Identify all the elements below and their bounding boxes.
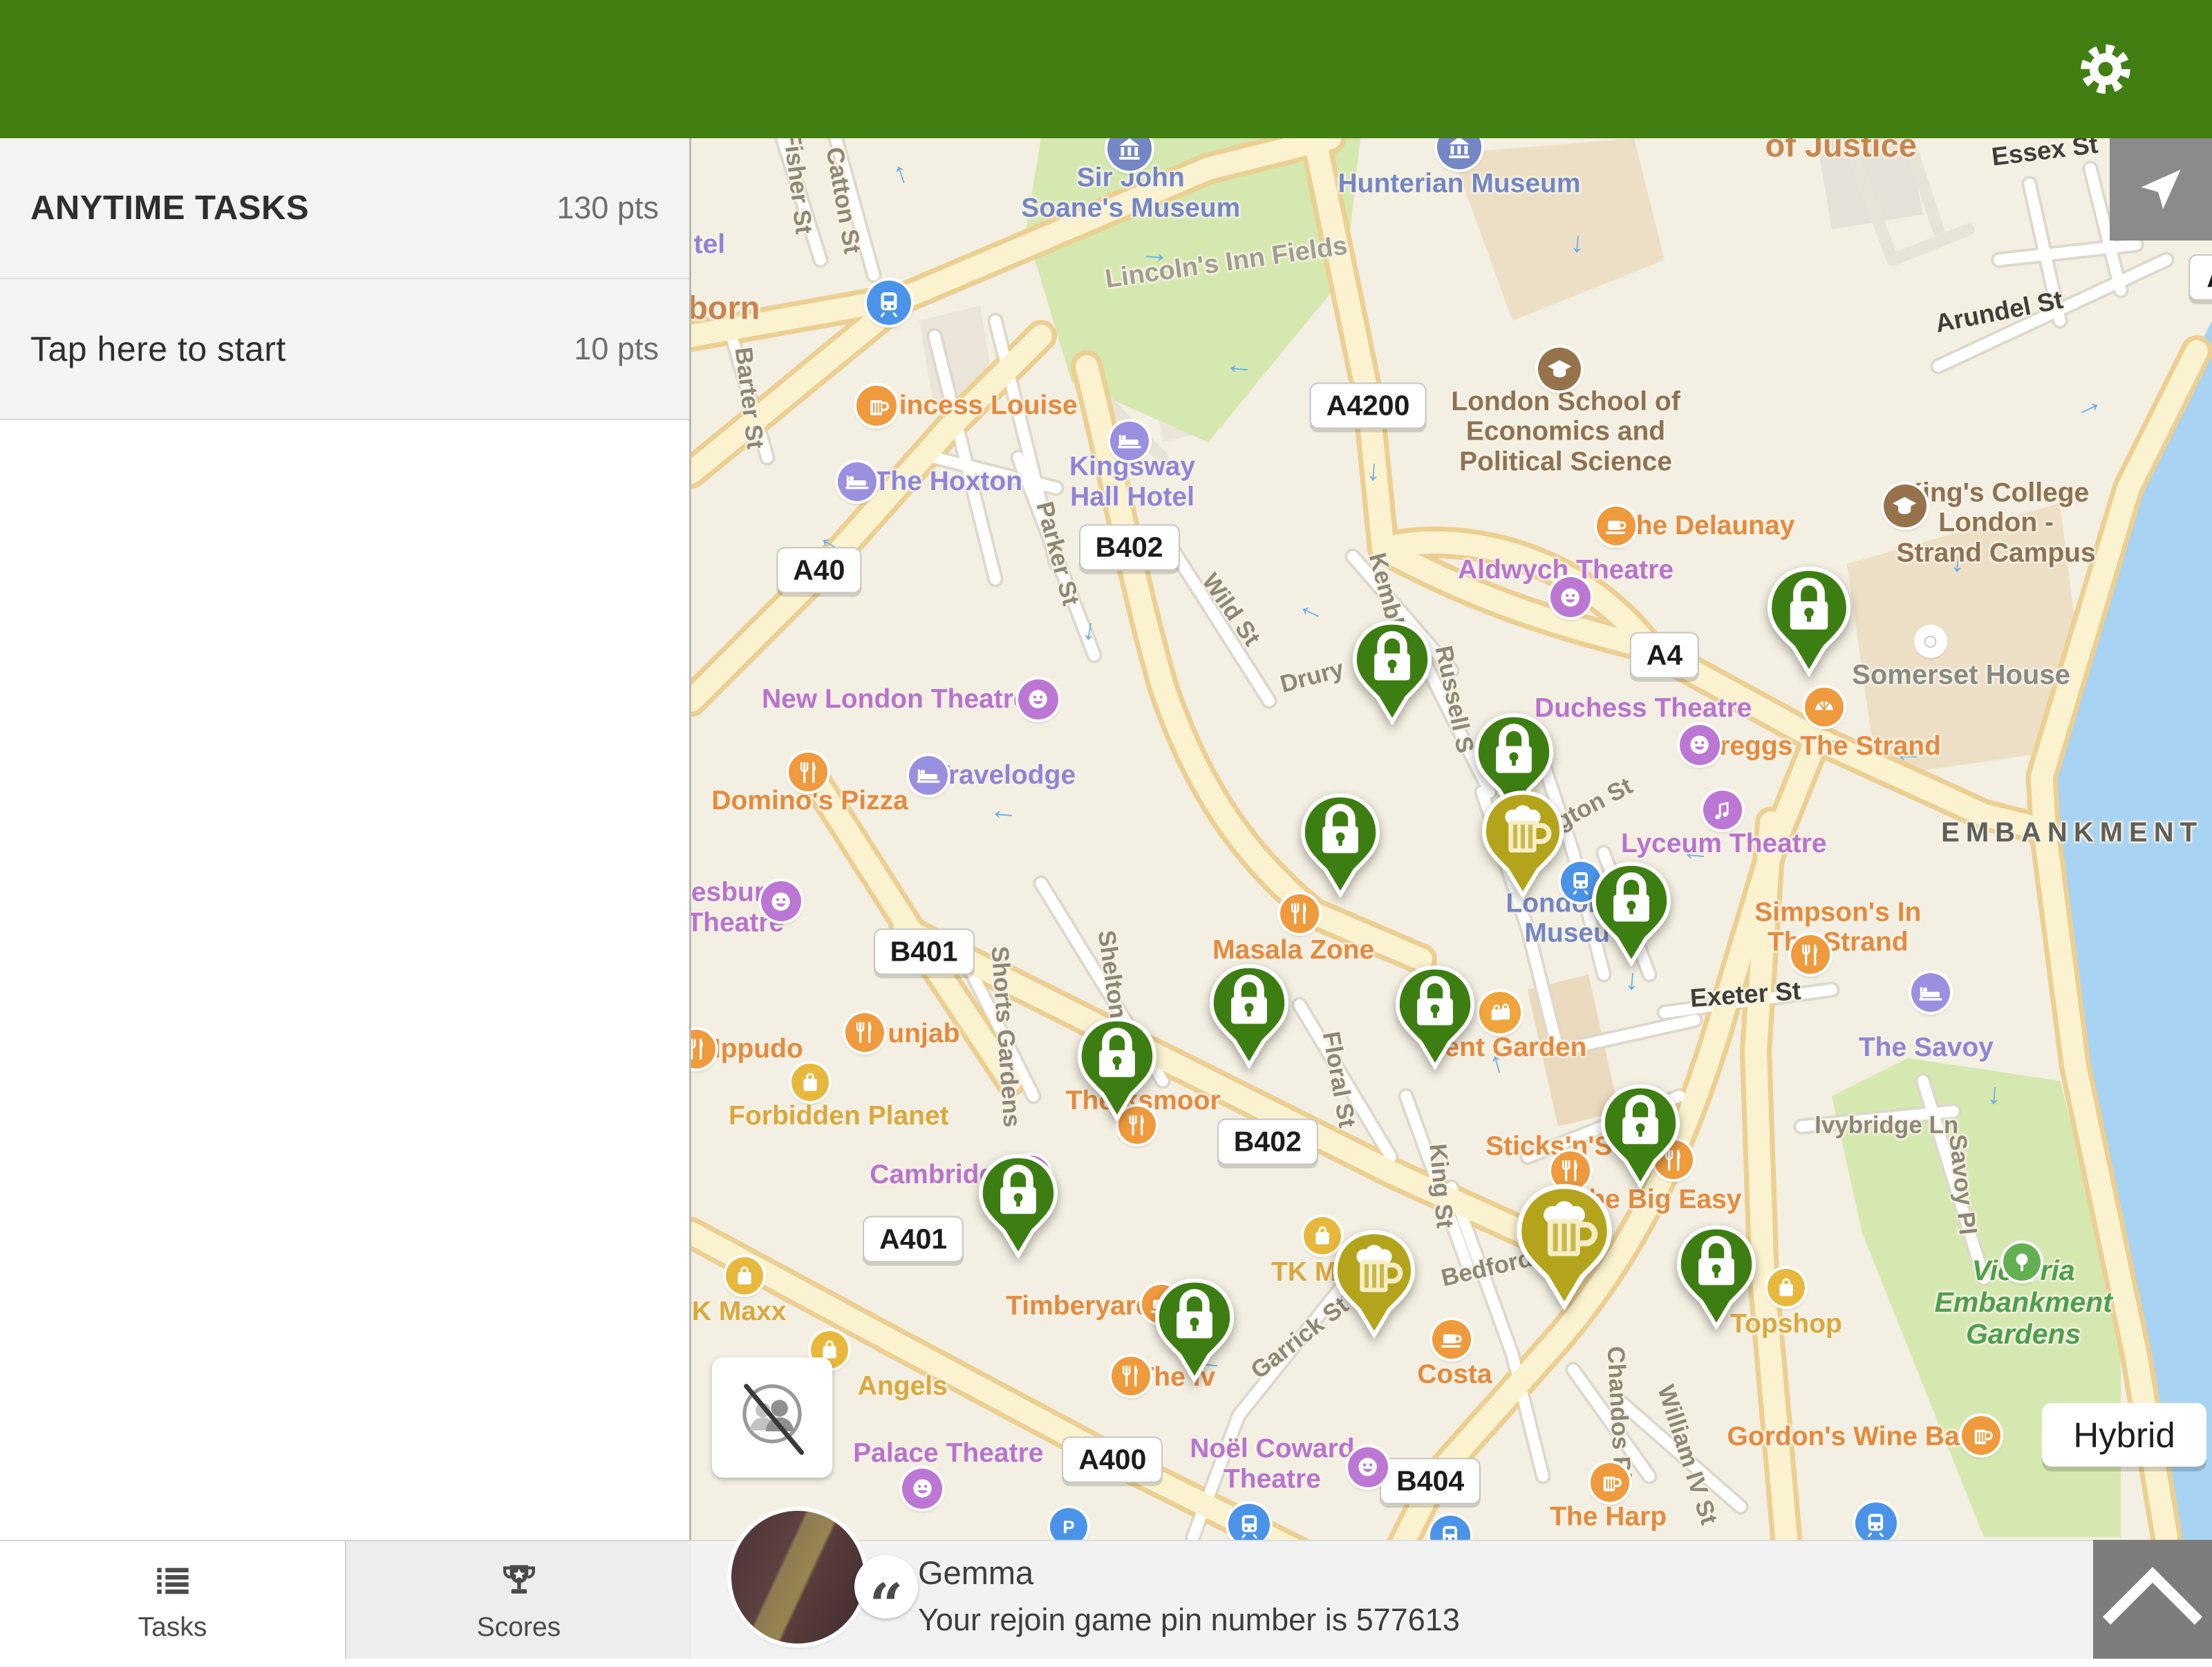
lock-pin[interactable] <box>1300 792 1381 898</box>
tab-scores-label: Scores <box>477 1612 561 1643</box>
lock-pin[interactable] <box>1154 1277 1235 1383</box>
anytime-tasks-points: 130 pts <box>556 190 659 226</box>
chevron-up-icon[interactable] <box>2093 1540 2212 1659</box>
lock-pin[interactable] <box>1351 619 1433 725</box>
tap-to-start-points: 10 pts <box>574 331 659 367</box>
trophy-icon <box>497 1558 541 1605</box>
tap-to-start-row[interactable]: Tap here to start 10 pts <box>0 279 689 420</box>
lock-pin[interactable] <box>1591 860 1672 966</box>
avatar[interactable]: “ <box>731 1511 864 1644</box>
lock-pin[interactable] <box>1076 1016 1158 1122</box>
beer-pin[interactable] <box>1481 789 1565 899</box>
beer-pin[interactable] <box>1515 1183 1613 1310</box>
location-arrow-icon[interactable] <box>2110 138 2212 241</box>
player-name: Gemma <box>918 1554 1033 1592</box>
task-sidebar: ANYTIME TASKS 130 pts Tap here to start … <box>0 138 691 1659</box>
gear-icon[interactable] <box>2077 40 2135 98</box>
lock-pin[interactable] <box>1394 964 1476 1070</box>
tab-scores[interactable]: Scores <box>345 1540 691 1659</box>
map[interactable]: →→→→→→→→→→→→→→→→→→Sir John Soane's Museu… <box>691 138 2212 1659</box>
lock-pin[interactable] <box>977 1153 1059 1259</box>
tasks-list-icon <box>151 1558 195 1605</box>
bottom-tabbar: Tasks Scores <box>0 1540 691 1659</box>
beer-pin[interactable] <box>1332 1229 1416 1339</box>
player-status-bar[interactable]: “ Gemma Your rejoin game pin number is 5… <box>691 1540 2212 1659</box>
quote-icon: “ <box>854 1555 918 1619</box>
anytime-tasks-label: ANYTIME TASKS <box>30 189 309 227</box>
lock-pin[interactable] <box>1600 1083 1681 1189</box>
tab-tasks-label: Tasks <box>138 1612 207 1643</box>
app-header <box>0 0 2212 138</box>
tab-tasks[interactable]: Tasks <box>0 1540 345 1659</box>
road-shield-partial: A <box>2188 254 2212 301</box>
lock-pin[interactable] <box>1676 1224 1757 1330</box>
lock-pin[interactable] <box>1766 565 1852 677</box>
tap-to-start-label: Tap here to start <box>30 329 286 369</box>
people-off-icon[interactable] <box>712 1357 832 1478</box>
map-type-button[interactable]: Hybrid <box>2042 1403 2206 1467</box>
anytime-tasks-header: ANYTIME TASKS 130 pts <box>0 138 689 279</box>
lock-pin[interactable] <box>1208 963 1290 1068</box>
rejoin-pin-message: Your rejoin game pin number is 577613 <box>918 1602 1460 1638</box>
